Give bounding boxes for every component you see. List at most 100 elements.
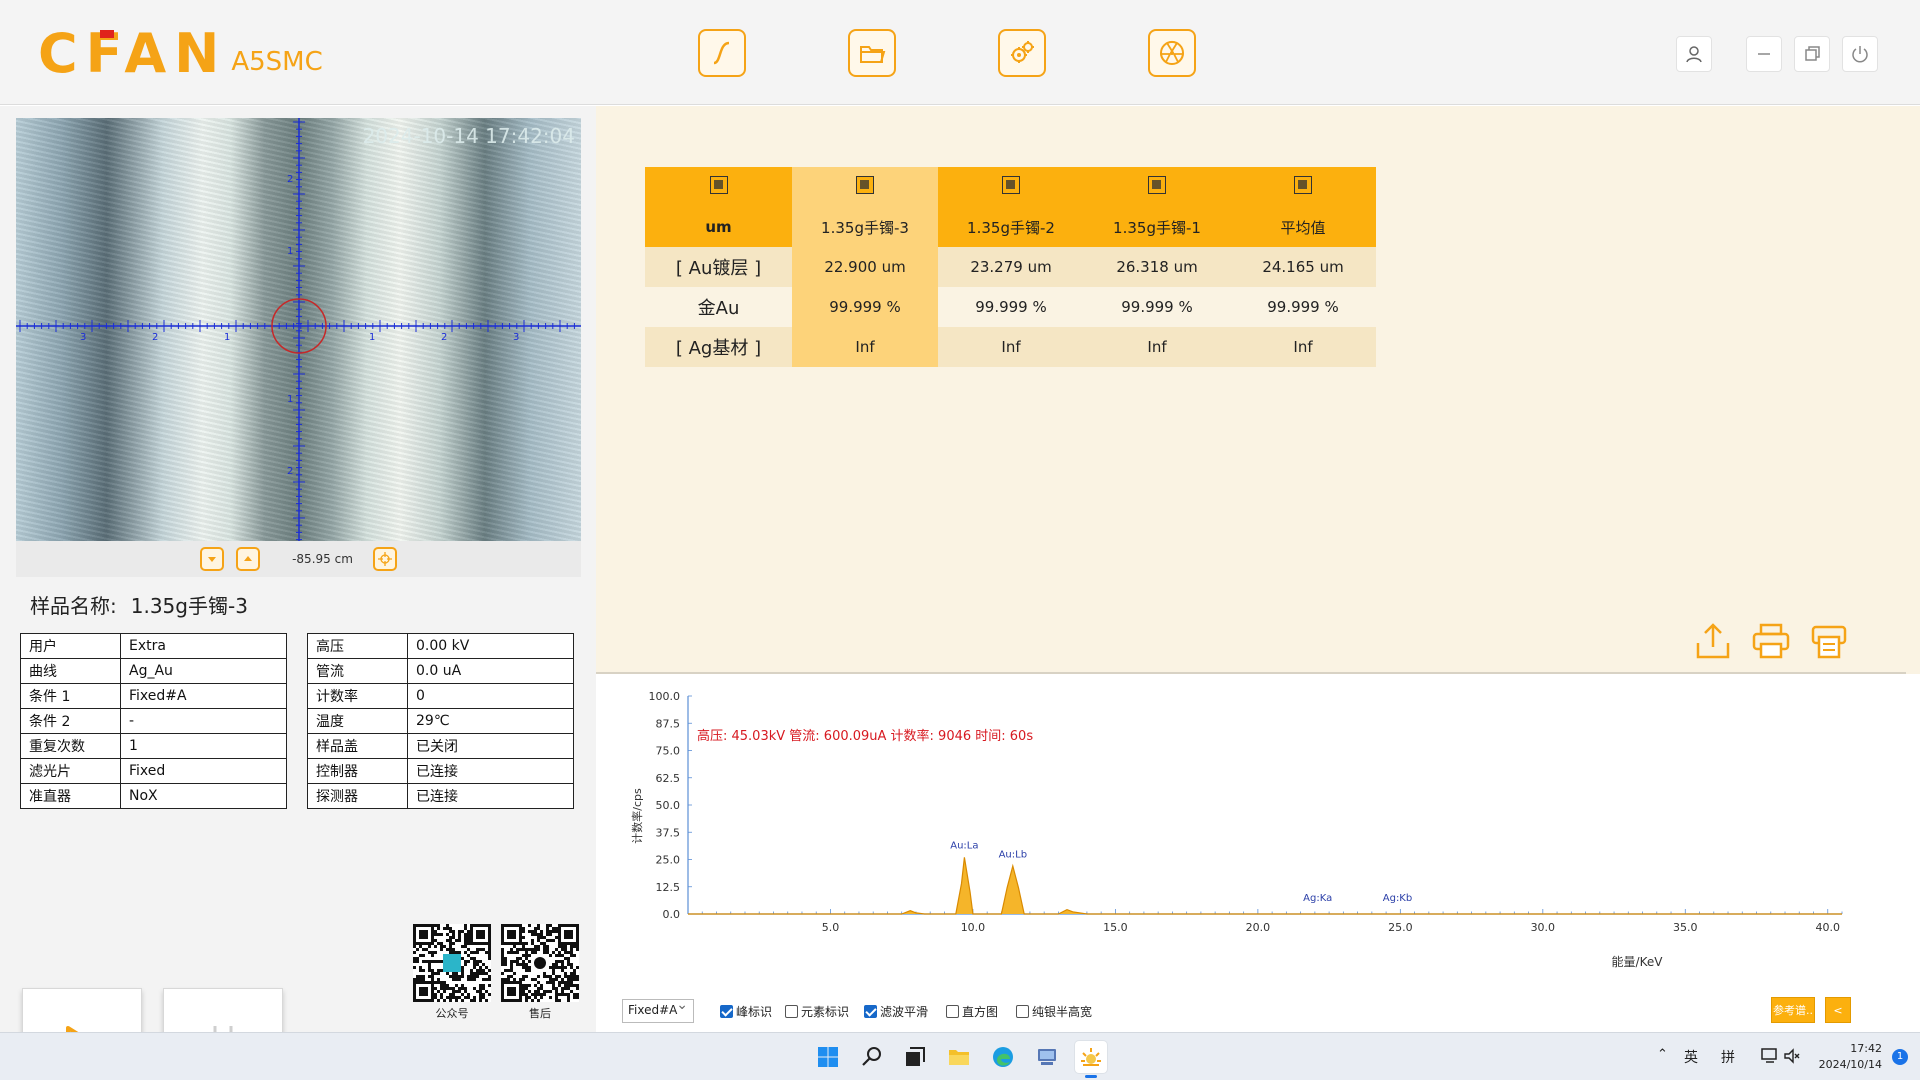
param-key: 管流 xyxy=(307,658,408,684)
folder-open-icon xyxy=(860,46,886,63)
y-tick-label: 62.5 xyxy=(656,772,681,785)
collapse-button[interactable]: < xyxy=(1825,997,1851,1023)
notification-badge[interactable]: 1 xyxy=(1892,1049,1908,1065)
column-select-cell[interactable] xyxy=(792,167,938,207)
checkbox-box[interactable] xyxy=(720,1005,733,1018)
checkbox-box[interactable] xyxy=(864,1005,877,1018)
param-row: 条件 1 Fixed#A xyxy=(20,683,287,709)
logo-accent-mark xyxy=(100,30,114,38)
column-checkbox[interactable] xyxy=(1002,176,1020,194)
y-tick-label: 1 xyxy=(287,246,293,257)
checkbox-box[interactable] xyxy=(1016,1005,1029,1018)
param-row: 重复次数 1 xyxy=(20,733,287,759)
volume-muted-icon[interactable] xyxy=(1783,1047,1801,1065)
spectrum-area: 5.0 10.0 15.0 20.0 25.0 30.0 35.0 40.0 0.0 12.5 25… xyxy=(596,674,1920,1032)
print-button[interactable] xyxy=(1751,621,1791,661)
search-icon xyxy=(862,1047,881,1066)
param-key: 条件 2 xyxy=(20,708,121,734)
x-tick-label: 25.0 xyxy=(1388,921,1413,934)
edge-browser-button[interactable] xyxy=(987,1041,1019,1073)
cfan-app-button[interactable] xyxy=(1075,1041,1107,1078)
column-header[interactable]: 1.35g手镯-1 xyxy=(1084,207,1230,247)
param-key: 滤光片 xyxy=(20,758,121,784)
acquisition-info: 高压: 45.03kV 管流: 600.09uA 计数率: 9046 时间: 6… xyxy=(697,728,1033,744)
radiation-icon xyxy=(1159,40,1185,65)
logo-main-text: CFAN xyxy=(38,22,228,85)
windows-start-icon xyxy=(818,1047,838,1067)
result-cell: 99.999 % xyxy=(1121,298,1193,316)
peak-label: Ag:Kb xyxy=(1383,893,1412,904)
start-button[interactable] xyxy=(812,1041,844,1073)
y-tick-label: 75.0 xyxy=(656,745,681,758)
y-tick-label: 0.0 xyxy=(663,908,681,921)
param-row: 探测器 已连接 xyxy=(307,783,574,809)
checkbox-smoothing[interactable]: 滤波平滑 xyxy=(864,1003,928,1020)
checkbox-box[interactable] xyxy=(946,1005,959,1018)
column-checkbox[interactable] xyxy=(1294,176,1312,194)
x-tick-label: 5.0 xyxy=(822,921,840,934)
task-view-button[interactable] xyxy=(899,1041,931,1073)
column-header[interactable]: 1.35g手镯-2 xyxy=(938,207,1084,247)
spectrum-chart[interactable]: 5.0 10.0 15.0 20.0 25.0 30.0 35.0 40.0 0.0 12.5 25… xyxy=(596,674,1920,974)
search-button[interactable] xyxy=(856,1041,888,1073)
param-key: 控制器 xyxy=(307,758,408,784)
focus-up-button[interactable] xyxy=(236,547,261,571)
peak-label: Au:La xyxy=(950,841,978,852)
network-status-icon[interactable] xyxy=(1760,1047,1780,1065)
y-tick-label: 1 xyxy=(287,394,293,405)
restore-button[interactable] xyxy=(1794,36,1830,72)
checkbox-element-id[interactable]: 元素标识 xyxy=(785,1003,849,1020)
column-select-cell[interactable] xyxy=(1084,167,1230,207)
select-all-cell[interactable] xyxy=(645,167,792,207)
tray-ime[interactable]: 拼 xyxy=(1721,1047,1735,1067)
condition-select[interactable]: Fixed#A xyxy=(622,997,694,1023)
tray-overflow-icon[interactable]: ⌃ xyxy=(1657,1047,1668,1062)
curve-icon xyxy=(713,41,730,65)
export-button[interactable] xyxy=(1693,621,1733,661)
radiation-button[interactable] xyxy=(1148,29,1196,77)
task-view-icon xyxy=(906,1047,925,1066)
upload-icon xyxy=(1696,623,1730,659)
checkbox-silver-fwhm[interactable]: 纯银半高宽 xyxy=(1016,1003,1092,1020)
param-key: 高压 xyxy=(307,633,408,659)
open-file-button[interactable] xyxy=(848,29,896,77)
checkbox-histogram[interactable]: 直方图 xyxy=(946,1003,998,1020)
power-button[interactable] xyxy=(1842,36,1878,72)
wechat-official-qr xyxy=(413,924,491,1002)
settings-button[interactable] xyxy=(998,29,1046,77)
checkbox-peak-id[interactable]: 峰标识 xyxy=(720,1003,772,1020)
param-row: 样品盖 已关闭 xyxy=(307,733,574,759)
column-checkbox[interactable] xyxy=(1148,176,1166,194)
minimize-button[interactable] xyxy=(1746,36,1782,72)
column-select-cell[interactable] xyxy=(938,167,1084,207)
spectrum-controls: Fixed#A 峰标识 元素标识 滤波平滑 直方图 纯银半高宽 参考谱.. < xyxy=(596,997,1920,1029)
column-checkbox[interactable] xyxy=(856,176,874,194)
curve-button[interactable] xyxy=(698,29,746,77)
file-explorer-button[interactable] xyxy=(943,1041,975,1073)
select-all-checkbox[interactable] xyxy=(709,176,728,194)
x-tick-label: 40.0 xyxy=(1816,921,1841,934)
row-label: [ Ag基材 ] xyxy=(645,327,792,367)
column-header[interactable]: 1.35g手镯-3 xyxy=(792,207,938,247)
reference-spectrum-button[interactable]: 参考谱.. xyxy=(1771,997,1815,1023)
column-select-cell[interactable] xyxy=(1230,167,1376,207)
y-tick-label: 25.0 xyxy=(656,854,681,867)
y-tick-label: 12.5 xyxy=(656,881,681,894)
param-value: Fixed#A xyxy=(120,683,287,709)
camera-view[interactable]: 2024-10-14 17:42:04 3 2 1 1 2 3 2 1 1 2 xyxy=(16,118,581,541)
focus-down-button[interactable] xyxy=(200,547,225,571)
param-value: 1 xyxy=(120,733,287,759)
print-report-button[interactable] xyxy=(1809,621,1849,661)
network-app-button[interactable] xyxy=(1031,1041,1063,1073)
peak-label: Ag:Ka xyxy=(1303,893,1332,904)
system-clock[interactable]: 17:42 2024/10/14 xyxy=(1819,1041,1882,1073)
sample-name: 样品名称: 1.35g手镯-3 xyxy=(30,590,248,619)
column-header[interactable]: 平均值 xyxy=(1230,207,1376,247)
center-target-button[interactable] xyxy=(372,547,397,571)
checkbox-box[interactable] xyxy=(785,1005,798,1018)
user-button[interactable] xyxy=(1676,36,1712,72)
printer-icon xyxy=(1752,623,1790,659)
x-tick-label: 2 xyxy=(152,332,158,343)
params-table-right: 高压 0.00 kV 管流 0.0 uA 计数率 0 温度 29℃ 样品盖 已关闭 控制器 已连接 探测… xyxy=(307,633,574,809)
tray-language[interactable]: 英 xyxy=(1684,1047,1698,1067)
